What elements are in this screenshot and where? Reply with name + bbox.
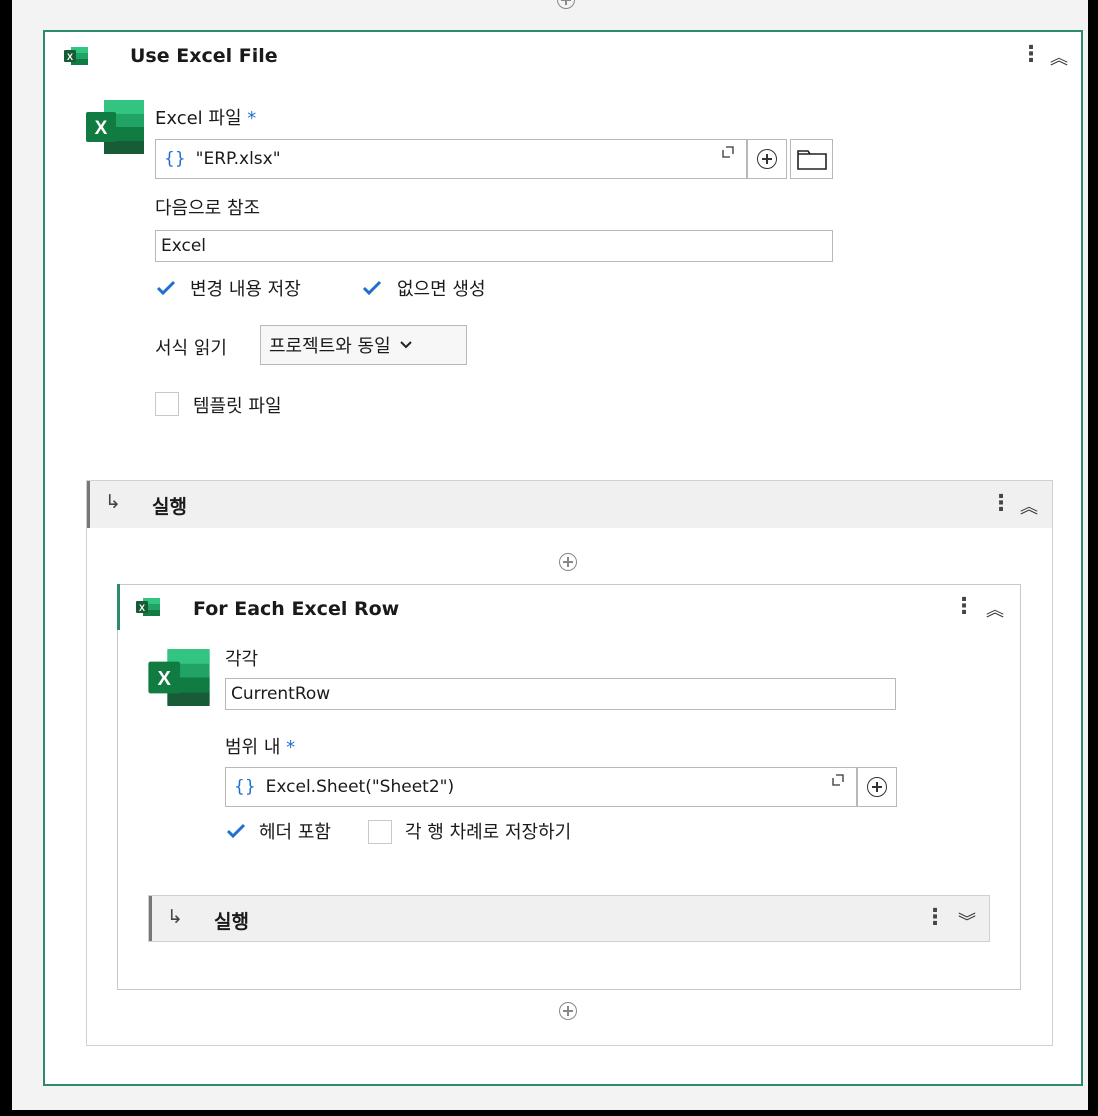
excel-file-label: Excel 파일 * (155, 108, 257, 129)
each-input[interactable]: CurrentRow (225, 678, 896, 710)
svg-text:X: X (95, 118, 108, 139)
excel-small-icon: X (64, 47, 88, 65)
has-headers-checkbox[interactable] (225, 820, 247, 842)
chevron-down-icon (399, 341, 412, 349)
each-label: 각각 (225, 649, 259, 670)
has-headers-label: 헤더 포함 (259, 822, 331, 843)
add-activity-icon[interactable] (559, 1002, 577, 1020)
do-more-options-icon[interactable]: ⋮ (990, 493, 1012, 515)
required-mark: * (286, 737, 296, 758)
excel-file-input[interactable]: {} "ERP.xlsx" (155, 139, 747, 179)
excel-large-icon: X (148, 649, 210, 706)
excel-file-value: "ERP.xlsx" (195, 149, 281, 169)
save-changes-checkbox[interactable] (155, 277, 177, 299)
in-range-label: 범위 내 * (225, 737, 296, 758)
inner-do-more-options-icon[interactable]: ⋮ (924, 907, 946, 929)
add-variable-button[interactable] (857, 767, 897, 807)
expand-editor-icon[interactable] (722, 146, 734, 162)
row-collapse-icon[interactable]: ︽ (986, 596, 1004, 622)
read-formatting-label: 서식 읽기 (155, 338, 227, 359)
use-excel-file-card[interactable]: X Use Excel File ⋮ ︽ X Excel 파일 * {} "ER… (43, 30, 1083, 1086)
do-sequence[interactable]: ↳ 실행 ⋮ ︽ X For Each Excel Row ⋮ ︽ X 각각 C… (86, 480, 1053, 1046)
branch-arrow-icon: ↳ (105, 491, 121, 513)
do-sequence-title: 실행 (152, 496, 187, 518)
inner-do-header[interactable]: ↳ 실행 ⋮ ︾ (149, 896, 989, 941)
required-mark: * (247, 108, 257, 129)
browse-folder-button[interactable] (790, 139, 833, 179)
collapse-icon[interactable]: ︽ (1050, 44, 1068, 70)
row-more-options-icon[interactable]: ⋮ (953, 596, 975, 618)
for-each-row-title: For Each Excel Row (193, 598, 400, 620)
reference-as-value: Excel (161, 236, 207, 256)
designer-canvas: X Use Excel File ⋮ ︽ X Excel 파일 * {} "ER… (12, 0, 1088, 1110)
read-formatting-dropdown[interactable]: 프로젝트와 동일 (260, 325, 467, 365)
svg-text:X: X (139, 603, 145, 613)
expand-icon[interactable]: ︾ (958, 908, 976, 934)
expand-editor-icon[interactable] (832, 774, 844, 790)
card-accent-bar (117, 584, 120, 630)
in-range-input[interactable]: {} Excel.Sheet("Sheet2") (225, 767, 857, 807)
add-variable-button[interactable] (747, 139, 787, 179)
inner-do-title: 실행 (214, 911, 249, 933)
excel-large-icon: X (86, 100, 144, 154)
in-range-value: Excel.Sheet("Sheet2") (265, 777, 455, 797)
save-changes-label: 변경 내용 저장 (190, 279, 301, 300)
reference-as-input[interactable]: Excel (155, 230, 833, 262)
plus-circle-icon (757, 149, 777, 169)
excel-small-icon: X (136, 598, 160, 616)
template-file-label: 템플릿 파일 (193, 396, 282, 417)
use-excel-file-title: Use Excel File (130, 45, 278, 67)
do-sequence-header[interactable]: ↳ 실행 ⋮ ︽ (87, 481, 1052, 528)
create-if-missing-label: 없으면 생성 (397, 279, 486, 300)
add-activity-top-icon[interactable] (557, 0, 575, 9)
template-file-checkbox[interactable] (155, 392, 179, 416)
svg-text:X: X (158, 668, 172, 690)
each-value: CurrentRow (231, 684, 331, 704)
folder-icon (796, 150, 827, 170)
save-after-each-row-label: 각 행 차례로 저장하기 (405, 822, 572, 843)
save-after-each-row-checkbox[interactable] (368, 820, 392, 844)
reference-as-label: 다음으로 참조 (155, 198, 261, 219)
branch-arrow-icon: ↳ (167, 906, 183, 928)
svg-text:X: X (67, 52, 73, 62)
inner-do-sequence[interactable]: ↳ 실행 ⋮ ︾ (148, 895, 990, 942)
expression-brace-icon: {} (234, 777, 256, 797)
plus-circle-icon (867, 777, 887, 797)
expression-brace-icon: {} (164, 149, 186, 169)
do-collapse-icon[interactable]: ︽ (1020, 493, 1038, 519)
more-options-icon[interactable]: ⋮ (1020, 44, 1042, 66)
for-each-excel-row-card[interactable]: X For Each Excel Row ⋮ ︽ X 각각 CurrentRow (117, 584, 1021, 990)
create-if-missing-checkbox[interactable] (361, 277, 383, 299)
add-activity-icon[interactable] (559, 553, 577, 571)
read-formatting-value: 프로젝트와 동일 (269, 336, 391, 357)
